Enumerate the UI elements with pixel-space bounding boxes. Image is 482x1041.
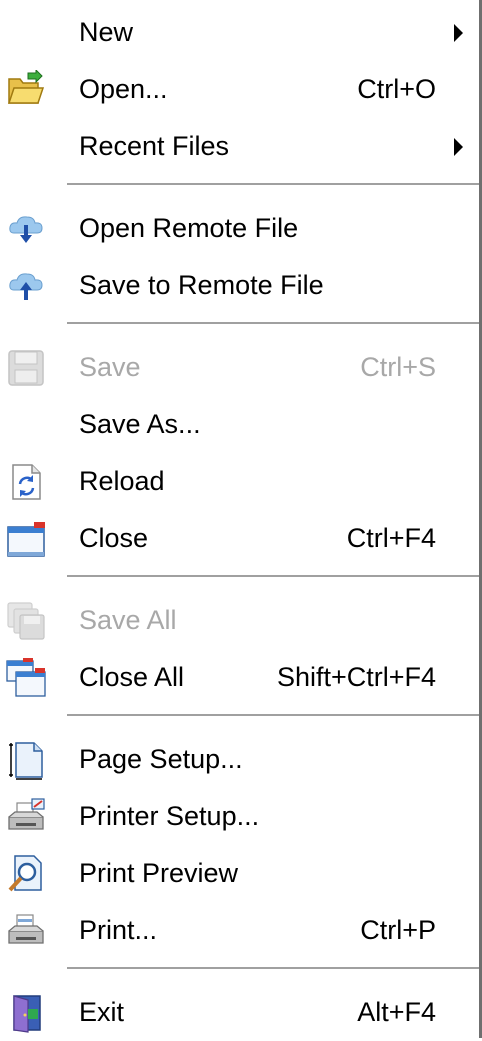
menu-item-exit[interactable]: Exit Alt+F4: [0, 984, 479, 1041]
menu-item-shortcut: Ctrl+F4: [346, 523, 436, 553]
menu-item-shortcut: Ctrl+O: [357, 74, 436, 104]
menu-item-close-all[interactable]: Close All Shift+Ctrl+F4: [0, 649, 479, 706]
menu-item-save-to-remote-file[interactable]: Save to Remote File: [0, 257, 479, 314]
cloud-upload-icon: [6, 266, 46, 306]
menu-separator: [67, 322, 479, 324]
menu-item-open-remote-file[interactable]: Open Remote File: [0, 200, 479, 257]
menu-item-save-as[interactable]: Save As...: [0, 396, 479, 453]
cloud-download-icon: [6, 209, 46, 249]
submenu-arrow-icon: [454, 137, 463, 156]
floppy-disk-icon: [6, 348, 46, 388]
menu-separator: [67, 714, 479, 716]
print-preview-icon: [6, 854, 46, 894]
menu-item-reload[interactable]: Reload: [0, 453, 479, 510]
menu-item-save[interactable]: Save Ctrl+S: [0, 339, 479, 396]
menu-item-label: Reload: [79, 466, 165, 496]
menu-item-label: Printer Setup...: [79, 801, 260, 831]
menu-item-close[interactable]: Close Ctrl+F4: [0, 510, 479, 567]
menu-item-recent-files[interactable]: Recent Files: [0, 118, 479, 175]
menu-item-label: Save: [79, 352, 141, 382]
menu-item-label: Open...: [79, 74, 168, 104]
menu-item-label: Print...: [79, 915, 158, 945]
menu-item-open[interactable]: Open... Ctrl+O: [0, 61, 479, 118]
menu-separator: [67, 183, 479, 185]
exit-door-icon: [6, 993, 46, 1033]
menu-item-label: Close: [79, 523, 149, 553]
open-folder-icon: [6, 69, 46, 110]
menu-item-page-setup[interactable]: Page Setup...: [0, 731, 479, 788]
menu-item-label: Save As...: [79, 409, 201, 439]
file-menu: New Open... Ctrl+O Recent Files Open Rem…: [0, 0, 482, 1038]
printer-setup-icon: [6, 797, 46, 837]
menu-item-shortcut: Shift+Ctrl+F4: [276, 662, 436, 692]
printer-icon: [6, 911, 46, 951]
menu-item-shortcut: Ctrl+S: [360, 352, 436, 382]
menu-item-shortcut: Ctrl+P: [360, 915, 436, 945]
close-window-icon: [6, 519, 46, 559]
menu-item-label: Close All: [79, 662, 185, 692]
menu-item-label: Save to Remote File: [79, 270, 324, 300]
menu-item-label: New: [79, 17, 134, 47]
menu-item-label: Recent Files: [79, 131, 230, 161]
menu-item-label: Save All: [79, 605, 177, 635]
menu-item-new[interactable]: New: [0, 4, 479, 61]
menu-item-save-all[interactable]: Save All: [0, 592, 479, 649]
menu-item-label: Print Preview: [79, 858, 239, 888]
menu-item-print-preview[interactable]: Print Preview: [0, 845, 479, 902]
menu-item-print[interactable]: Print... Ctrl+P: [0, 902, 479, 959]
save-all-icon: [6, 601, 46, 641]
reload-document-icon: [6, 462, 46, 502]
menu-separator: [67, 575, 479, 577]
close-all-windows-icon: [6, 657, 46, 698]
menu-item-shortcut: Alt+F4: [357, 997, 436, 1027]
menu-separator: [67, 967, 479, 969]
menu-item-label: Exit: [79, 997, 125, 1027]
page-setup-icon: [6, 740, 46, 780]
menu-item-label: Page Setup...: [79, 744, 243, 774]
menu-item-printer-setup[interactable]: Printer Setup...: [0, 788, 479, 845]
submenu-arrow-icon: [454, 23, 463, 42]
menu-item-label: Open Remote File: [79, 213, 299, 243]
